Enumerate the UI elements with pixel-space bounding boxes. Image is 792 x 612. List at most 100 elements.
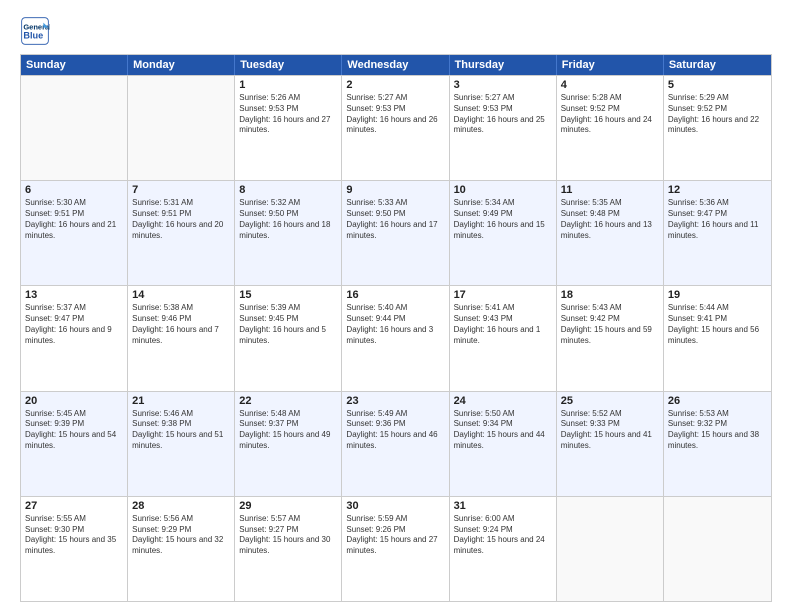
calendar-cell-empty xyxy=(557,497,664,601)
cell-sun-info: Sunrise: 5:29 AM Sunset: 9:52 PM Dayligh… xyxy=(668,93,767,136)
cell-sun-info: Sunrise: 5:49 AM Sunset: 9:36 PM Dayligh… xyxy=(346,409,444,452)
calendar-row-1: 6 Sunrise: 5:30 AM Sunset: 9:51 PM Daylig… xyxy=(21,180,771,285)
cell-sun-info: Sunrise: 5:39 AM Sunset: 9:45 PM Dayligh… xyxy=(239,303,337,346)
calendar-header: SundayMondayTuesdayWednesdayThursdayFrid… xyxy=(21,55,771,75)
day-number: 17 xyxy=(454,289,552,301)
cell-sun-info: Sunrise: 5:35 AM Sunset: 9:48 PM Dayligh… xyxy=(561,198,659,241)
calendar-cell-11: 11 Sunrise: 5:35 AM Sunset: 9:48 PM Dayli… xyxy=(557,181,664,285)
calendar-cell-4: 4Sunrise: 5:28 AM Sunset: 9:52 PM Daylig… xyxy=(557,76,664,180)
cell-sun-info: Sunrise: 5:50 AM Sunset: 9:34 PM Dayligh… xyxy=(454,409,552,452)
day-number: 16 xyxy=(346,289,444,301)
calendar-cell-12: 12Sunrise: 5:36 AM Sunset: 9:47 PM Dayli… xyxy=(664,181,771,285)
calendar-cell-8: 8 Sunrise: 5:32 AM Sunset: 9:50 PM Daylig… xyxy=(235,181,342,285)
header-day-thursday: Thursday xyxy=(450,55,557,75)
header-day-sunday: Sunday xyxy=(21,55,128,75)
header-day-saturday: Saturday xyxy=(664,55,771,75)
calendar-cell-3: 3 Sunrise: 5:27 AM Sunset: 9:53 PM Daylig… xyxy=(450,76,557,180)
calendar-cell-17: 17 Sunrise: 5:41 AM Sunset: 9:43 PM Dayli… xyxy=(450,286,557,390)
cell-sun-info: Sunrise: 5:30 AM Sunset: 9:51 PM Dayligh… xyxy=(25,198,123,241)
day-number: 28 xyxy=(132,500,230,512)
calendar-cell-28: 28Sunrise: 5:56 AM Sunset: 9:29 PM Dayli… xyxy=(128,497,235,601)
header-day-friday: Friday xyxy=(557,55,664,75)
day-number: 20 xyxy=(25,395,123,407)
cell-sun-info: Sunrise: 5:28 AM Sunset: 9:52 PM Dayligh… xyxy=(561,93,659,136)
cell-sun-info: Sunrise: 5:52 AM Sunset: 9:33 PM Dayligh… xyxy=(561,409,659,452)
day-number: 29 xyxy=(239,500,337,512)
calendar-body: 1 Sunrise: 5:26 AM Sunset: 9:53 PM Daylig… xyxy=(21,75,771,601)
day-number: 11 xyxy=(561,184,659,196)
day-number: 23 xyxy=(346,395,444,407)
day-number: 24 xyxy=(454,395,552,407)
header-day-monday: Monday xyxy=(128,55,235,75)
calendar-cell-27: 27Sunrise: 5:55 AM Sunset: 9:30 PM Dayli… xyxy=(21,497,128,601)
cell-sun-info: Sunrise: 5:53 AM Sunset: 9:32 PM Dayligh… xyxy=(668,409,767,452)
cell-sun-info: Sunrise: 5:45 AM Sunset: 9:39 PM Dayligh… xyxy=(25,409,123,452)
day-number: 15 xyxy=(239,289,337,301)
calendar-cell-30: 30 Sunrise: 5:59 AM Sunset: 9:26 PM Dayli… xyxy=(342,497,449,601)
calendar-cell-14: 14Sunrise: 5:38 AM Sunset: 9:46 PM Dayli… xyxy=(128,286,235,390)
calendar-row-4: 27Sunrise: 5:55 AM Sunset: 9:30 PM Dayli… xyxy=(21,496,771,601)
day-number: 7 xyxy=(132,184,230,196)
day-number: 3 xyxy=(454,79,552,91)
cell-sun-info: Sunrise: 5:57 AM Sunset: 9:27 PM Dayligh… xyxy=(239,514,337,557)
day-number: 22 xyxy=(239,395,337,407)
calendar-cell-19: 19Sunrise: 5:44 AM Sunset: 9:41 PM Dayli… xyxy=(664,286,771,390)
calendar-row-2: 13 Sunrise: 5:37 AM Sunset: 9:47 PM Dayli… xyxy=(21,285,771,390)
day-number: 31 xyxy=(454,500,552,512)
cell-sun-info: Sunrise: 5:41 AM Sunset: 9:43 PM Dayligh… xyxy=(454,303,552,346)
calendar-cell-20: 20 Sunrise: 5:45 AM Sunset: 9:39 PM Dayli… xyxy=(21,392,128,496)
cell-sun-info: Sunrise: 5:26 AM Sunset: 9:53 PM Dayligh… xyxy=(239,93,337,136)
cell-sun-info: Sunrise: 5:38 AM Sunset: 9:46 PM Dayligh… xyxy=(132,303,230,346)
cell-sun-info: Sunrise: 5:59 AM Sunset: 9:26 PM Dayligh… xyxy=(346,514,444,557)
calendar-cell-16: 16 Sunrise: 5:40 AM Sunset: 9:44 PM Dayli… xyxy=(342,286,449,390)
calendar-cell-15: 15 Sunrise: 5:39 AM Sunset: 9:45 PM Dayli… xyxy=(235,286,342,390)
cell-sun-info: Sunrise: 5:37 AM Sunset: 9:47 PM Dayligh… xyxy=(25,303,123,346)
day-number: 5 xyxy=(668,79,767,91)
cell-sun-info: Sunrise: 5:27 AM Sunset: 9:53 PM Dayligh… xyxy=(454,93,552,136)
cell-sun-info: Sunrise: 5:48 AM Sunset: 9:37 PM Dayligh… xyxy=(239,409,337,452)
cell-sun-info: Sunrise: 5:32 AM Sunset: 9:50 PM Dayligh… xyxy=(239,198,337,241)
calendar-cell-5: 5 Sunrise: 5:29 AM Sunset: 9:52 PM Daylig… xyxy=(664,76,771,180)
calendar-cell-26: 26 Sunrise: 5:53 AM Sunset: 9:32 PM Dayli… xyxy=(664,392,771,496)
calendar-cell-18: 18Sunrise: 5:43 AM Sunset: 9:42 PM Dayli… xyxy=(557,286,664,390)
day-number: 8 xyxy=(239,184,337,196)
cell-sun-info: Sunrise: 5:27 AM Sunset: 9:53 PM Dayligh… xyxy=(346,93,444,136)
page: General Blue SundayMondayTuesdayWednesda… xyxy=(0,0,792,612)
day-number: 13 xyxy=(25,289,123,301)
calendar-cell-29: 29 Sunrise: 5:57 AM Sunset: 9:27 PM Dayli… xyxy=(235,497,342,601)
cell-sun-info: Sunrise: 5:34 AM Sunset: 9:49 PM Dayligh… xyxy=(454,198,552,241)
day-number: 30 xyxy=(346,500,444,512)
cell-sun-info: Sunrise: 5:44 AM Sunset: 9:41 PM Dayligh… xyxy=(668,303,767,346)
calendar-cell-1: 1 Sunrise: 5:26 AM Sunset: 9:53 PM Daylig… xyxy=(235,76,342,180)
day-number: 6 xyxy=(25,184,123,196)
day-number: 2 xyxy=(346,79,444,91)
day-number: 10 xyxy=(454,184,552,196)
cell-sun-info: Sunrise: 5:40 AM Sunset: 9:44 PM Dayligh… xyxy=(346,303,444,346)
day-number: 9 xyxy=(346,184,444,196)
day-number: 25 xyxy=(561,395,659,407)
cell-sun-info: Sunrise: 5:33 AM Sunset: 9:50 PM Dayligh… xyxy=(346,198,444,241)
calendar-cell-25: 25 Sunrise: 5:52 AM Sunset: 9:33 PM Dayli… xyxy=(557,392,664,496)
calendar-row-0: 1 Sunrise: 5:26 AM Sunset: 9:53 PM Daylig… xyxy=(21,75,771,180)
cell-sun-info: Sunrise: 5:55 AM Sunset: 9:30 PM Dayligh… xyxy=(25,514,123,557)
calendar-cell-2: 2 Sunrise: 5:27 AM Sunset: 9:53 PM Daylig… xyxy=(342,76,449,180)
header-day-tuesday: Tuesday xyxy=(235,55,342,75)
calendar-cell-24: 24 Sunrise: 5:50 AM Sunset: 9:34 PM Dayli… xyxy=(450,392,557,496)
day-number: 26 xyxy=(668,395,767,407)
day-number: 21 xyxy=(132,395,230,407)
calendar-cell-13: 13 Sunrise: 5:37 AM Sunset: 9:47 PM Dayli… xyxy=(21,286,128,390)
day-number: 1 xyxy=(239,79,337,91)
calendar-cell-31: 31 Sunrise: 6:00 AM Sunset: 9:24 PM Dayli… xyxy=(450,497,557,601)
calendar-cell-21: 21 Sunrise: 5:46 AM Sunset: 9:38 PM Dayli… xyxy=(128,392,235,496)
cell-sun-info: Sunrise: 6:00 AM Sunset: 9:24 PM Dayligh… xyxy=(454,514,552,557)
cell-sun-info: Sunrise: 5:43 AM Sunset: 9:42 PM Dayligh… xyxy=(561,303,659,346)
logo: General Blue xyxy=(20,16,54,46)
header: General Blue xyxy=(20,16,772,46)
calendar-cell-empty xyxy=(664,497,771,601)
cell-sun-info: Sunrise: 5:31 AM Sunset: 9:51 PM Dayligh… xyxy=(132,198,230,241)
calendar-row-3: 20 Sunrise: 5:45 AM Sunset: 9:39 PM Dayli… xyxy=(21,391,771,496)
calendar: SundayMondayTuesdayWednesdayThursdayFrid… xyxy=(20,54,772,602)
cell-sun-info: Sunrise: 5:46 AM Sunset: 9:38 PM Dayligh… xyxy=(132,409,230,452)
calendar-cell-9: 9 Sunrise: 5:33 AM Sunset: 9:50 PM Daylig… xyxy=(342,181,449,285)
calendar-cell-7: 7 Sunrise: 5:31 AM Sunset: 9:51 PM Daylig… xyxy=(128,181,235,285)
